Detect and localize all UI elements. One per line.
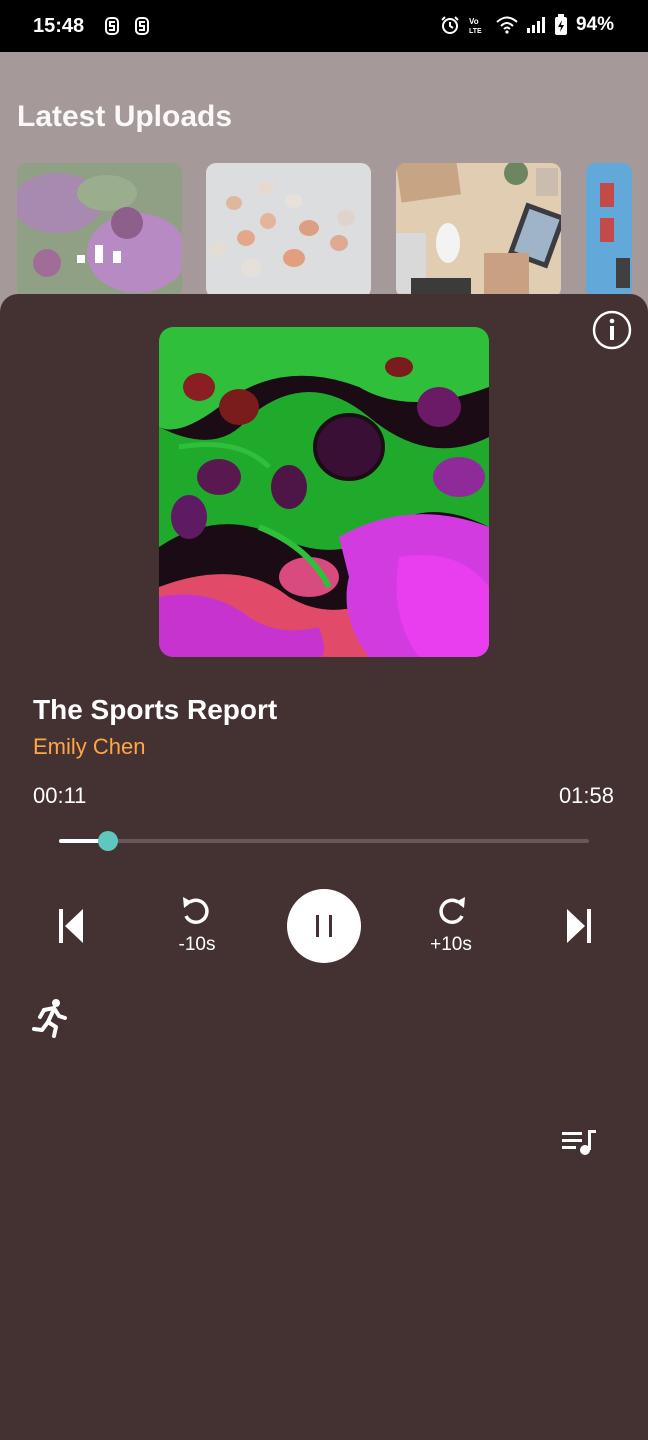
queue-music-icon	[562, 1130, 596, 1155]
rewind-label: -10s	[178, 934, 216, 955]
thumbnail-eggs[interactable]	[206, 163, 371, 298]
play-pause-button[interactable]	[287, 889, 361, 963]
time-total: 01:58	[558, 783, 614, 808]
alarm-icon	[441, 16, 459, 34]
latest-uploads-section: Latest Uploads	[0, 52, 648, 312]
previous-track-button[interactable]	[52, 904, 92, 948]
wifi-icon	[496, 16, 518, 34]
track-artist: Emily Chen	[33, 734, 146, 759]
playback-speed-button[interactable]	[30, 996, 70, 1040]
svg-text:LTE: LTE	[469, 28, 482, 35]
info-icon	[592, 310, 632, 350]
forward-10s-button[interactable]: +10s	[424, 894, 478, 958]
time-elapsed: 00:11	[33, 783, 87, 808]
now-playing-bars-icon	[77, 245, 121, 263]
rewind-icon	[183, 897, 209, 924]
fast-forward-icon	[439, 897, 465, 924]
rewind-10s-button[interactable]: -10s	[170, 894, 224, 958]
thumbnail-marbled-art[interactable]	[17, 163, 182, 298]
signal-icon	[526, 17, 545, 33]
section-title: Latest Uploads	[17, 100, 233, 133]
svg-text:Vo: Vo	[469, 17, 479, 26]
app-root: 15:48 Vo LTE 94% Latest Uploads The Spor…	[0, 0, 648, 1440]
track-title: The Sports Report	[33, 694, 278, 725]
player-sheet: The Sports Report Emily Chen 00:11 01:58…	[0, 294, 648, 1440]
pause-icon	[316, 915, 332, 937]
notification-s-icon	[105, 17, 119, 35]
battery-charging-icon	[554, 14, 567, 35]
running-person-icon	[32, 999, 67, 1038]
next-track-button[interactable]	[558, 904, 598, 948]
seek-bar[interactable]	[59, 831, 589, 851]
notification-s-icon	[135, 17, 149, 35]
info-button[interactable]	[590, 308, 634, 352]
skip-previous-icon	[59, 909, 83, 943]
thumbnail-desk-workspace[interactable]	[396, 163, 561, 298]
queue-button[interactable]	[560, 1126, 600, 1160]
notification-icons	[104, 16, 154, 41]
volte-icon: Vo LTE	[469, 17, 482, 35]
forward-label: +10s	[430, 934, 472, 955]
battery-percentage: 94%	[575, 14, 614, 35]
seek-bar-thumb[interactable]	[98, 831, 119, 851]
status-time: 15:48	[33, 15, 85, 37]
thumbnail-blue-items[interactable]	[586, 163, 632, 298]
status-bar: 15:48 Vo LTE 94%	[0, 0, 648, 52]
album-art	[159, 327, 489, 657]
skip-next-icon	[567, 909, 591, 943]
status-right-group: Vo LTE 94%	[440, 14, 614, 36]
